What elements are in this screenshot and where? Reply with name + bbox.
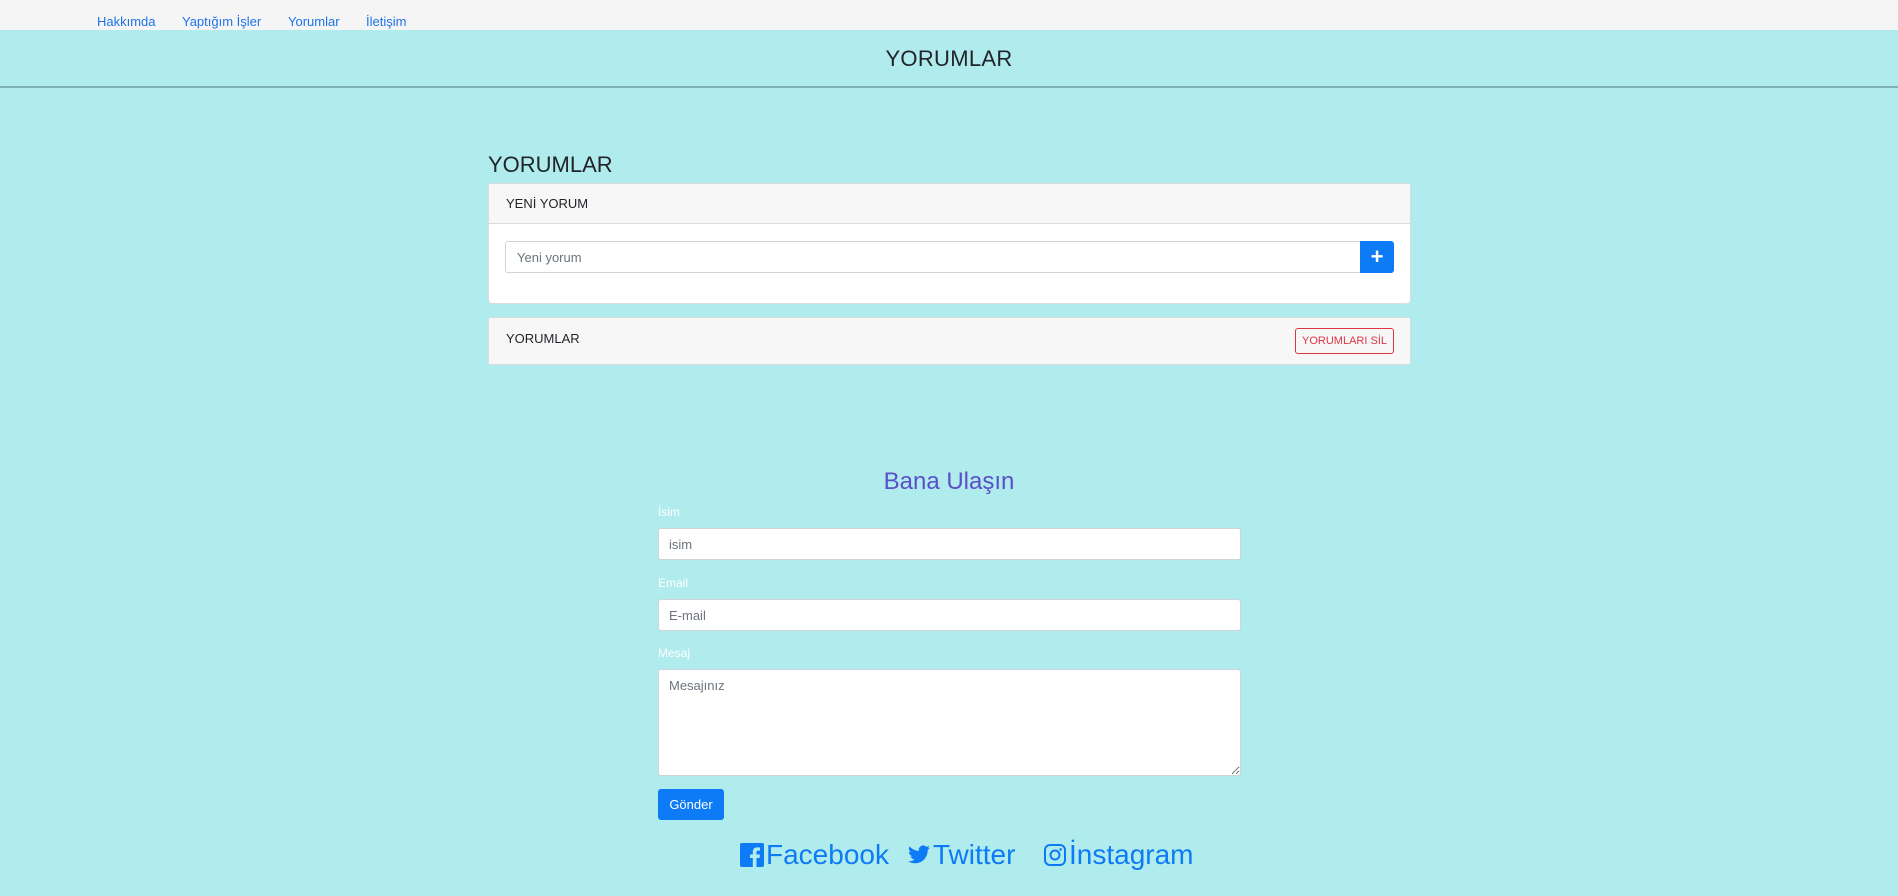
name-field[interactable] [658, 528, 1241, 560]
new-comment-card-body: + [489, 224, 1410, 290]
twitter-link[interactable]: Twitter [907, 838, 1015, 872]
instagram-icon [1044, 844, 1066, 866]
nav-link-yorumlar[interactable]: Yorumlar [288, 14, 340, 30]
new-comment-card: YENİ YORUM + [488, 183, 1411, 304]
email-field[interactable] [658, 599, 1241, 631]
name-label: İsim [658, 505, 680, 519]
add-comment-button[interactable]: + [1360, 241, 1394, 273]
page-title: YORUMLAR [885, 46, 1013, 71]
twitter-icon [908, 845, 930, 864]
new-comment-card-header: YENİ YORUM [489, 184, 1410, 224]
facebook-label: Facebook [766, 839, 889, 870]
delete-comments-button[interactable]: YORUMLARI SİL [1295, 328, 1394, 354]
email-label: Email [658, 576, 689, 590]
comments-section-title: YORUMLAR [488, 152, 613, 177]
facebook-link[interactable]: Facebook [740, 838, 889, 872]
comments-list-title: YORUMLAR [506, 331, 580, 346]
twitter-label: Twitter [933, 839, 1016, 870]
contact-title: Bana Ulaşın [883, 468, 1015, 495]
comments-list-card: YORUMLAR YORUMLARI SİL [488, 317, 1411, 365]
nav-link-iletisim[interactable]: İletişim [366, 14, 406, 30]
nav-link-yaptigim-isler[interactable]: Yaptığım İşler [182, 14, 261, 30]
message-label: Mesaj [658, 646, 691, 660]
new-comment-input-group: + [505, 241, 1394, 273]
nav-link-hakkimda[interactable]: Hakkımda [97, 14, 156, 30]
top-navbar: Hakkımda Yaptığım İşler Yorumlar İletişi… [0, 0, 1898, 30]
message-field[interactable] [658, 669, 1241, 776]
instagram-label: İnstagram [1069, 839, 1194, 870]
instagram-link[interactable]: İnstagram [1043, 838, 1194, 872]
page-header: YORUMLAR [0, 30, 1898, 88]
comments-list-card-header: YORUMLAR YORUMLARI SİL [489, 318, 1410, 364]
submit-button[interactable]: Gönder [658, 789, 724, 820]
facebook-icon [740, 843, 764, 867]
new-comment-input[interactable] [505, 241, 1360, 273]
